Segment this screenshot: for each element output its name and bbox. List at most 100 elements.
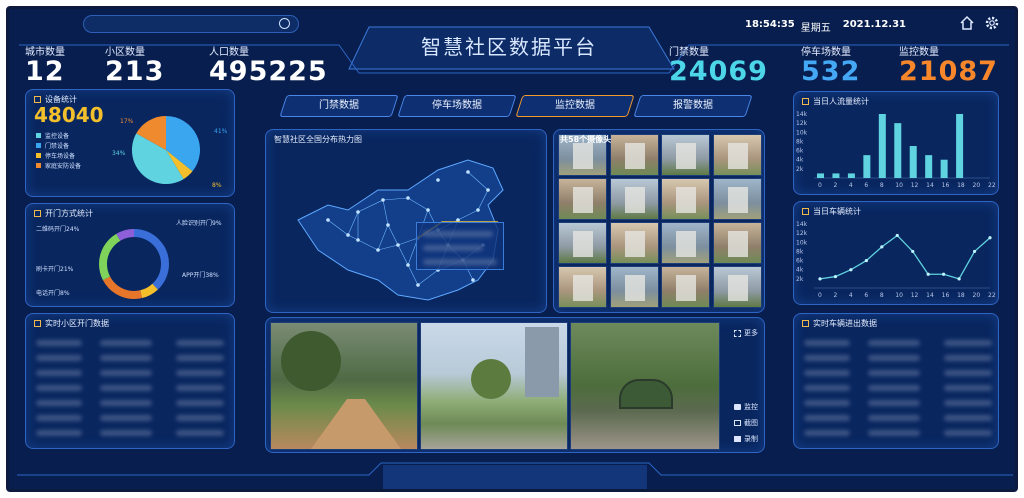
map-node bbox=[426, 208, 430, 212]
building-shape bbox=[676, 187, 696, 213]
tab-parking-label: 停车场数据 bbox=[432, 100, 482, 111]
map-node bbox=[396, 243, 400, 247]
camera-thumbnail[interactable] bbox=[609, 222, 659, 264]
table-cell bbox=[100, 400, 152, 406]
camera-thumbnail[interactable] bbox=[609, 178, 659, 220]
title-square-icon bbox=[802, 320, 809, 327]
building-shape bbox=[676, 143, 696, 169]
grid-icon bbox=[734, 329, 741, 337]
camera-thumbnail[interactable] bbox=[712, 266, 762, 308]
building-shape bbox=[624, 275, 645, 301]
table-cell bbox=[868, 385, 920, 391]
camera-thumbnail[interactable] bbox=[712, 222, 762, 264]
y-tick-label: 10k bbox=[796, 239, 808, 246]
tab-parking[interactable]: 停车场数据 bbox=[397, 95, 517, 117]
table-cell bbox=[36, 400, 82, 406]
realtime-door-panel: 实时小区开门数据 bbox=[25, 313, 235, 449]
camera-thumbnail[interactable] bbox=[661, 222, 710, 264]
screenshot-icon bbox=[734, 420, 741, 426]
x-tick-label: 12 bbox=[911, 292, 919, 299]
table-cell bbox=[944, 385, 992, 391]
table-cell bbox=[36, 430, 82, 436]
vehicle-io-title: 实时车辆进出数据 bbox=[802, 318, 877, 329]
y-tick-label: 2k bbox=[796, 276, 804, 283]
table-cell bbox=[176, 340, 224, 346]
camera-thumbnail[interactable] bbox=[661, 266, 710, 308]
building-shape bbox=[525, 327, 559, 397]
side-action-screenshot[interactable]: 截图 bbox=[734, 418, 758, 428]
camera-thumbnail[interactable] bbox=[712, 178, 762, 220]
map-tooltip bbox=[416, 222, 504, 270]
point bbox=[926, 272, 930, 276]
table-row bbox=[794, 381, 998, 395]
legend-item: 家庭安防设备 bbox=[36, 162, 81, 172]
traffic-bar-chart: 2k 4k 6k 8k 10k 12k 14k 0 2 4 6 8 10 12 14 16 18 20 22 bbox=[796, 111, 996, 189]
kpi-district: 小区数量 213 bbox=[105, 43, 164, 86]
bar bbox=[832, 173, 840, 178]
tab-alarm[interactable]: 报警数据 bbox=[633, 95, 753, 117]
label-qrcode: 二维码开门24% bbox=[36, 226, 80, 233]
camera-thumbnail[interactable] bbox=[712, 134, 762, 176]
legend-dot-icon bbox=[36, 153, 41, 158]
tree-shape bbox=[281, 331, 341, 391]
table-cell bbox=[804, 400, 850, 406]
tab-monitor-label: 监控数据 bbox=[555, 100, 595, 111]
legend-label: 家庭安防设备 bbox=[45, 163, 82, 170]
camera-feed[interactable] bbox=[570, 322, 720, 450]
camera-thumbnail[interactable] bbox=[661, 134, 710, 176]
legend-dot-icon bbox=[36, 133, 41, 138]
pct-orange: 17% bbox=[120, 118, 134, 125]
home-icon[interactable] bbox=[959, 15, 975, 31]
map-node bbox=[486, 188, 490, 192]
building-shape bbox=[573, 143, 593, 169]
bar bbox=[894, 123, 902, 178]
video-panel: 更多 监控 截图 录制 bbox=[265, 317, 765, 453]
tab-monitor[interactable]: 监控数据 bbox=[515, 95, 635, 117]
realtime-door-title-text: 实时小区开门数据 bbox=[45, 319, 109, 328]
kpi-door-value: 24069 bbox=[669, 56, 768, 87]
camera-feed[interactable] bbox=[420, 322, 568, 450]
dashboard-screen: 智慧社区数据平台 18:54:35 星期五 2021.12.31 城市数量 12… bbox=[6, 6, 1018, 492]
table-cell bbox=[944, 415, 992, 421]
record-icon bbox=[734, 436, 741, 442]
table-row bbox=[794, 366, 998, 380]
x-tick-label: 8 bbox=[880, 292, 884, 299]
camera-thumbnail[interactable] bbox=[558, 266, 607, 308]
side-action-monitor[interactable]: 监控 bbox=[734, 402, 758, 412]
table-row bbox=[26, 351, 234, 365]
x-tick-label: 4 bbox=[849, 292, 853, 299]
table-cell bbox=[804, 415, 850, 421]
camera-thumbnail[interactable] bbox=[609, 134, 659, 176]
x-tick-label: 10 bbox=[895, 292, 903, 299]
table-cell bbox=[100, 340, 152, 346]
table-row bbox=[26, 336, 234, 350]
x-tick-label: 0 bbox=[818, 292, 822, 299]
x-tick-label: 6 bbox=[864, 292, 868, 299]
camera-thumbnail[interactable] bbox=[558, 222, 607, 264]
device-panel: 设备统计 48040 监控设备 门禁设备 停车场设备 家庭安防设备 17% 41… bbox=[25, 89, 235, 197]
x-tick-label: 22 bbox=[988, 182, 996, 189]
point bbox=[988, 236, 992, 240]
table-row bbox=[26, 426, 234, 440]
x-tick-label: 12 bbox=[911, 182, 919, 189]
kpi-city: 城市数量 12 bbox=[25, 43, 65, 86]
bar bbox=[956, 114, 964, 178]
door-method-title-text: 开门方式统计 bbox=[45, 209, 93, 218]
y-tick-label: 10k bbox=[796, 129, 808, 136]
map-node bbox=[386, 223, 390, 227]
gear-icon[interactable] bbox=[983, 14, 1001, 32]
bar bbox=[925, 155, 933, 178]
vehicle-io-panel: 实时车辆进出数据 bbox=[793, 313, 999, 449]
vehicle-line-chart: 2k 4k 6k 8k 10k 12k 14k 0 2 4 6 8 10 12 14 16 18 20 22 bbox=[796, 221, 996, 299]
title-square-icon bbox=[802, 208, 809, 215]
side-action-record[interactable]: 录制 bbox=[734, 434, 758, 444]
table-cell bbox=[176, 415, 224, 421]
bar bbox=[940, 159, 948, 178]
camera-thumbnail[interactable] bbox=[609, 266, 659, 308]
camera-thumbnail[interactable] bbox=[661, 178, 710, 220]
tab-door[interactable]: 门禁数据 bbox=[279, 95, 399, 117]
camera-thumbnail[interactable] bbox=[558, 178, 607, 220]
legend-item: 停车场设备 bbox=[36, 152, 81, 162]
more-link[interactable]: 更多 bbox=[734, 328, 758, 338]
camera-feed[interactable] bbox=[270, 322, 418, 450]
